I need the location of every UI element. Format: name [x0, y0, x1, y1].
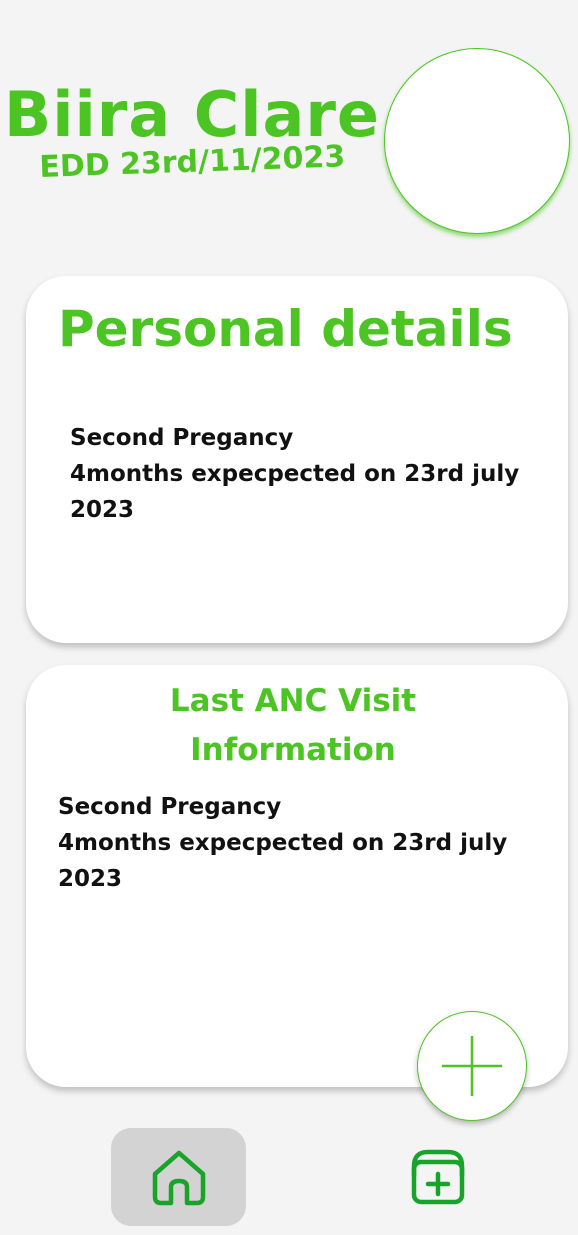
home-icon — [152, 1150, 205, 1206]
personal-details-card[interactable]: Personal details Second Pregancy 4months… — [26, 276, 568, 643]
months-line: 4months expecpected on 23rd july — [70, 461, 520, 487]
clinic-bag-icon — [411, 1149, 465, 1205]
personal-details-body: Second Pregancy 4months expecpected on 2… — [70, 420, 550, 528]
personal-details-title: Personal details — [58, 300, 513, 358]
avatar[interactable] — [384, 48, 570, 234]
pregnancy-line: Second Pregancy — [58, 794, 282, 820]
nav-clinic-button[interactable] — [398, 1136, 478, 1216]
anc-title-line1: Last ANC Visit — [169, 683, 417, 719]
anc-title-line2: Information — [190, 732, 396, 768]
nav-home-button[interactable] — [111, 1128, 246, 1226]
pregnancy-line: Second Pregancy — [70, 425, 294, 451]
year-line: 2023 — [70, 497, 135, 523]
plus-icon — [442, 1036, 502, 1096]
last-anc-visit-title: Last ANC Visit Information — [26, 677, 568, 775]
year-line: 2023 — [58, 866, 123, 892]
months-line: 4months expecpected on 23rd july — [58, 830, 508, 856]
add-button[interactable] — [417, 1011, 527, 1121]
last-anc-visit-body: Second Pregancy 4months expecpected on 2… — [58, 789, 538, 897]
